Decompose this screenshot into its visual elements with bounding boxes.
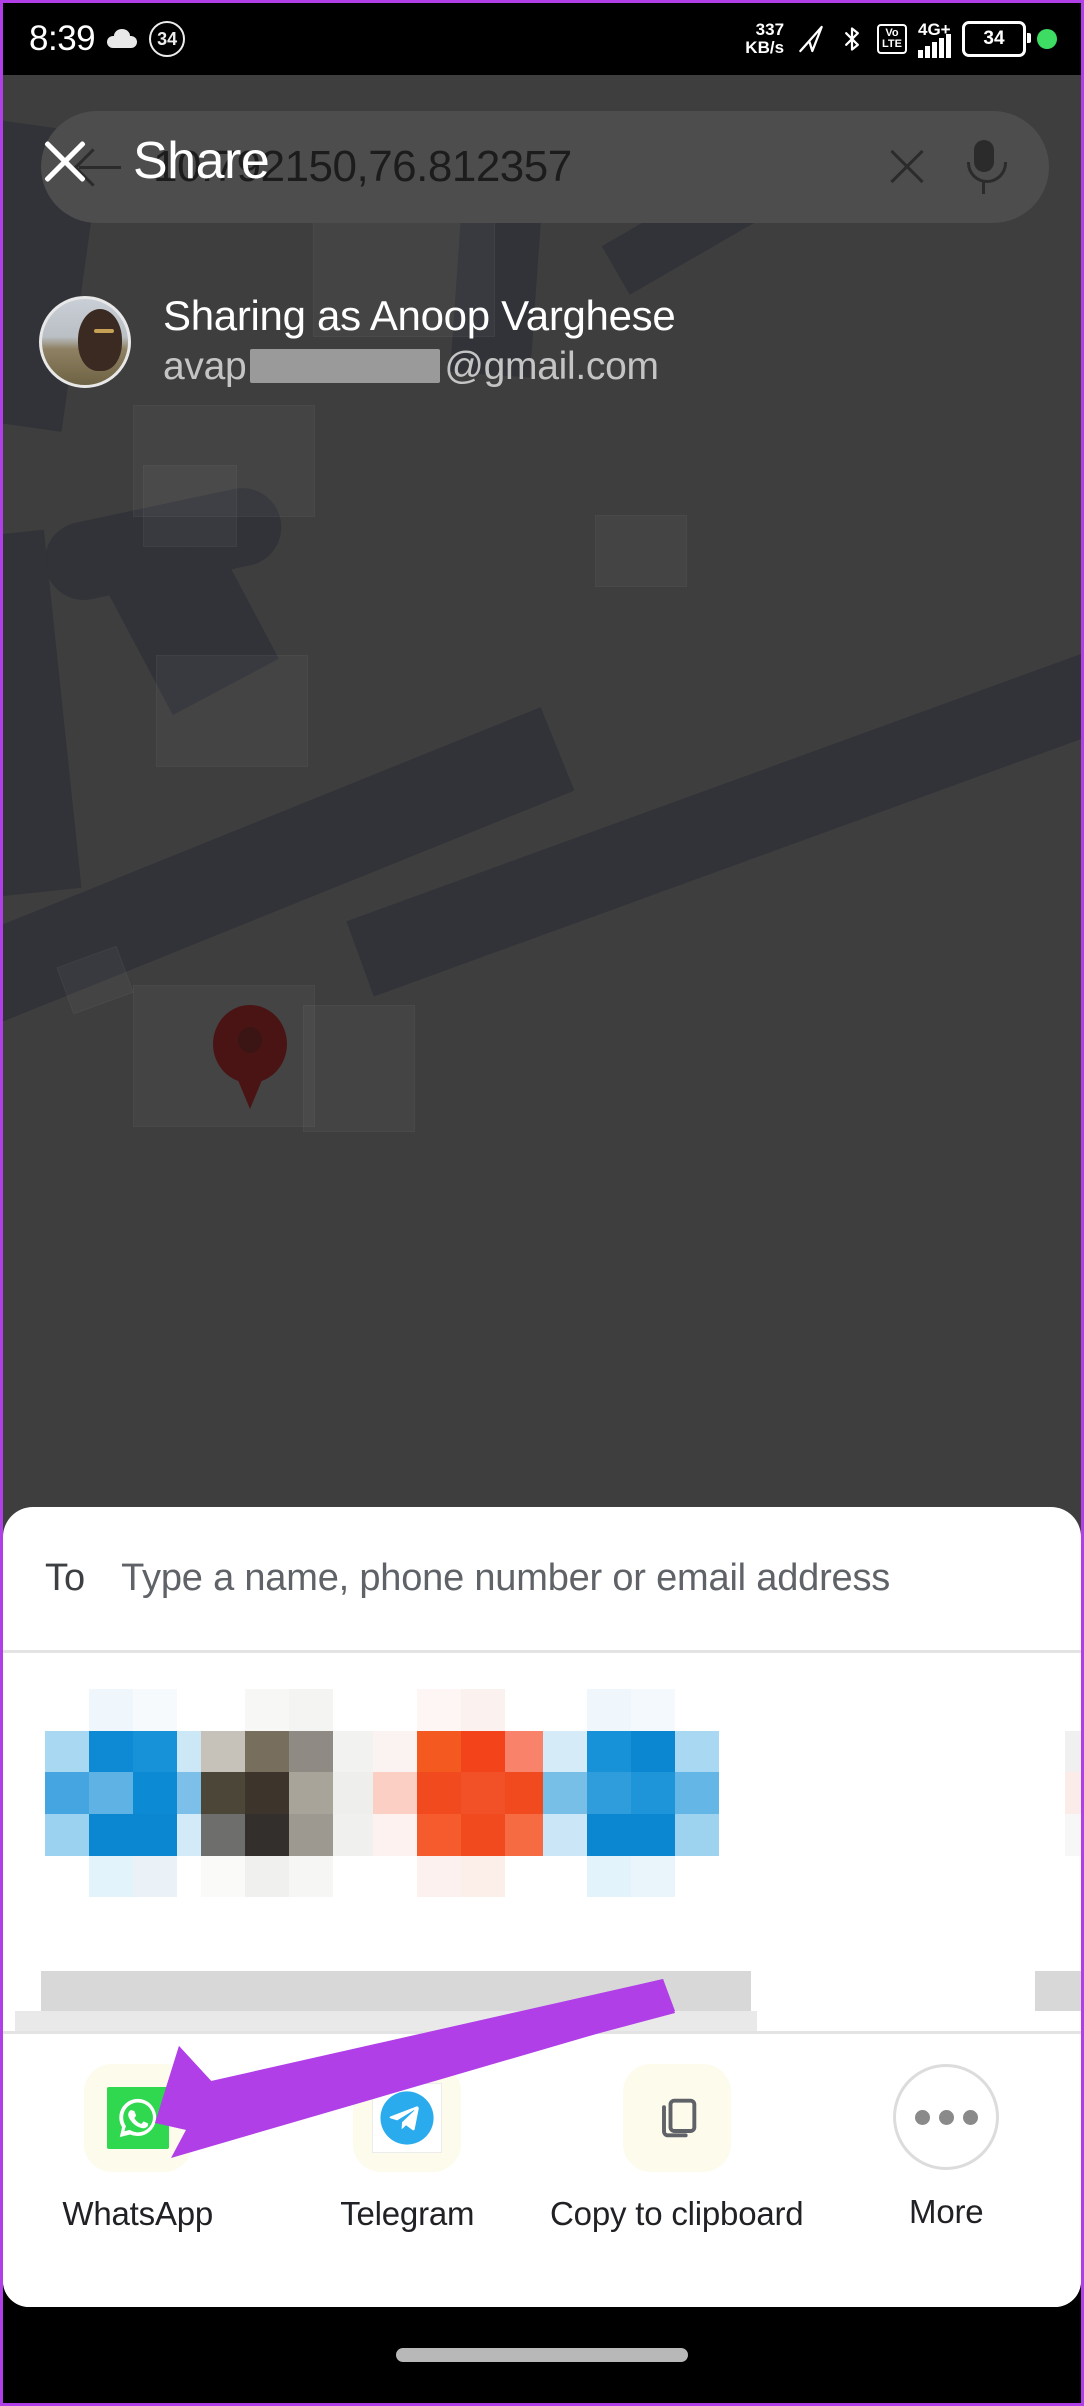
network-speed-value: 337: [755, 20, 785, 39]
share-target-whatsapp[interactable]: WhatsApp: [3, 2064, 273, 2234]
status-bar-left: 8:39 34: [29, 19, 186, 59]
status-bar: 8:39 34 337 KB/s Vo LTE 4G+ 34: [3, 3, 1081, 75]
share-target-label: More: [909, 2193, 984, 2230]
contact-avatar-blurred: [201, 1689, 377, 1939]
list-item[interactable]: [157, 1689, 419, 2031]
map-pin-icon[interactable]: [213, 1005, 287, 1109]
phone-screen: 10.792150,76.812357 Share Sharing as Ano…: [0, 0, 1084, 2406]
list-item[interactable]: [1035, 1689, 1081, 2011]
whatsapp-icon: [83, 2064, 192, 2172]
map-block: [143, 465, 237, 547]
map-block: [303, 1005, 415, 1132]
list-item[interactable]: [15, 1689, 241, 2031]
contact-sub-blurred: [509, 2011, 757, 2031]
system-navigation-bar: [3, 2307, 1081, 2403]
sharing-as-label: Sharing as Anoop Varghese: [163, 292, 676, 339]
share-target-label: Telegram: [340, 2195, 475, 2232]
share-sheet: To Type a name, phone number or email ad…: [3, 1507, 1081, 2307]
cloud-icon: [107, 29, 138, 48]
map-block: [156, 655, 308, 767]
volte-line2: LTE: [882, 38, 902, 50]
battery-icon: 34: [962, 21, 1031, 57]
share-target-label: WhatsApp: [62, 2195, 214, 2232]
signal-bars-icon: [918, 33, 951, 58]
share-header: Share: [3, 131, 1081, 191]
location-arrow-icon: [799, 25, 823, 53]
telegram-icon: [353, 2064, 462, 2172]
share-target-label: Copy to clipboard: [550, 2195, 804, 2232]
copy-icon: [622, 2064, 731, 2172]
status-time: 8:39: [29, 19, 96, 58]
sharing-email: avap @gmail.com: [163, 341, 675, 393]
sharing-account-row[interactable]: Sharing as Anoop Varghese avap @gmail.co…: [3, 291, 1081, 393]
list-item[interactable]: [509, 1689, 757, 2031]
share-target-telegram[interactable]: Telegram: [273, 2064, 543, 2234]
contact-name-blurred: [1035, 1971, 1081, 2011]
status-bar-right: 337 KB/s Vo LTE 4G+ 34: [745, 21, 1057, 58]
share-targets-row: WhatsApp Telegram Copy to clipboard More: [3, 2034, 1081, 2307]
email-redaction: [250, 349, 441, 383]
network-speed: 337 KB/s: [745, 21, 784, 57]
contact-avatar-blurred: [543, 1689, 719, 1939]
contact-suggestions[interactable]: [3, 1653, 1081, 2031]
recipient-row[interactable]: To Type a name, phone number or email ad…: [3, 1507, 1081, 1650]
email-prefix: avap: [163, 345, 247, 388]
close-x-icon[interactable]: [39, 135, 91, 187]
home-indicator[interactable]: [396, 2348, 688, 2362]
share-title: Share: [133, 132, 270, 190]
contact-name-blurred: [515, 1971, 751, 2011]
to-label: To: [45, 1557, 86, 1599]
network-speed-unit: KB/s: [745, 38, 785, 57]
list-item[interactable]: [331, 1689, 589, 2031]
sharing-account-text: Sharing as Anoop Varghese avap @gmail.co…: [163, 291, 676, 393]
share-target-more[interactable]: More: [812, 2064, 1082, 2232]
more-dots-icon: [893, 2064, 1000, 2170]
map-block: [595, 515, 687, 587]
email-suffix: @gmail.com: [444, 345, 659, 388]
bluetooth-icon: [845, 27, 859, 51]
contact-avatar-blurred: [1065, 1689, 1081, 1939]
recipient-input[interactable]: Type a name, phone number or email addre…: [121, 1557, 890, 1600]
green-dot-icon: [1037, 29, 1057, 49]
share-target-copy-to-clipboard[interactable]: Copy to clipboard: [542, 2064, 812, 2234]
network-type-group: 4G+: [918, 21, 951, 58]
avatar[interactable]: [39, 296, 131, 388]
contact-avatar-blurred: [373, 1689, 549, 1939]
contact-avatar-blurred: [45, 1689, 221, 1939]
volte-icon: Vo LTE: [877, 24, 907, 54]
notification-count-badge: 34: [149, 21, 186, 57]
